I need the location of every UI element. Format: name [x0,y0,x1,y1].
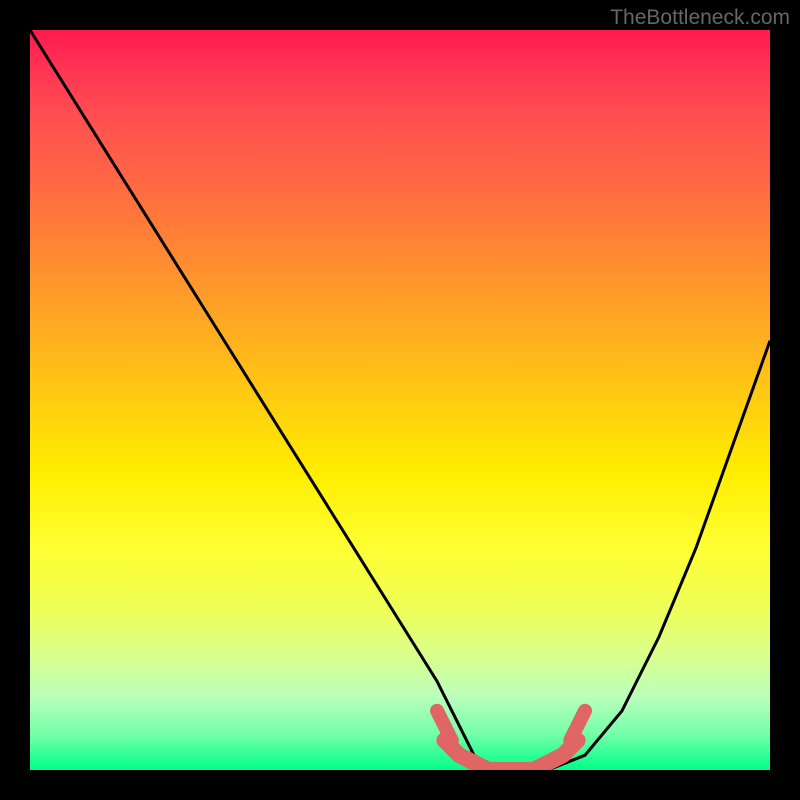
watermark-text: TheBottleneck.com [610,6,790,30]
highlight-curve [444,740,577,770]
main-curve [30,30,770,770]
curve-svg [30,30,770,770]
plot-area [30,30,770,770]
chart-container: TheBottleneck.com [0,0,800,800]
